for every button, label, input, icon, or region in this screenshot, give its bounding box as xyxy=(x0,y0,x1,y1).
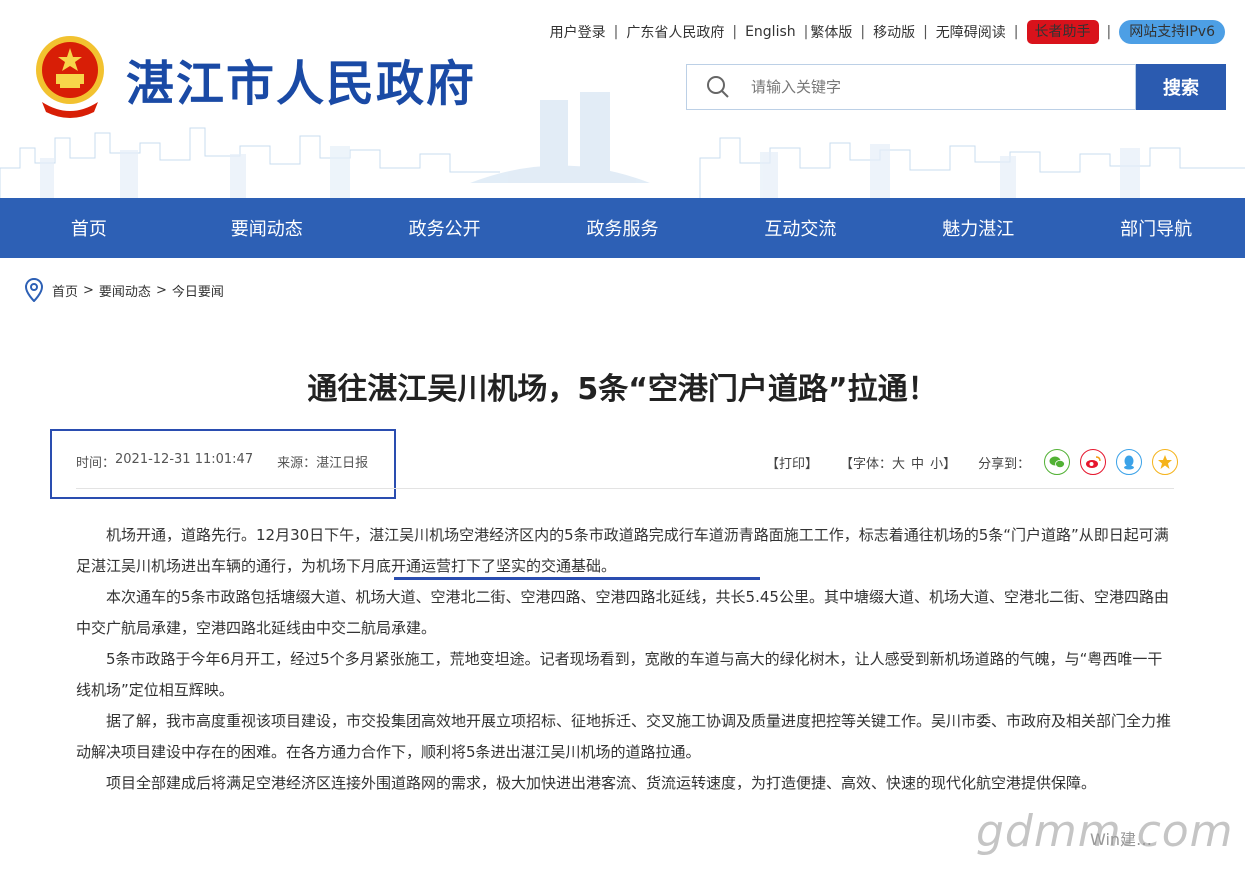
qq-share-icon[interactable] xyxy=(1116,449,1143,475)
article-tools: 【打印】 【字体：大中小】 分享到： xyxy=(766,446,1188,478)
separator: | xyxy=(1106,24,1112,40)
separator: | xyxy=(613,24,619,40)
article-body: 机场开通，道路先行。12月30日下午，湛江吴川机场空港经济区内的5条市政道路完成… xyxy=(76,520,1176,799)
article-meta: 时间： 2021-12-31 11:01:47 来源： 湛江日报 xyxy=(76,452,368,471)
font-large-button[interactable]: 大 xyxy=(892,457,905,472)
top-links: 用户登录 | 广东省人民政府 | English | 繁体版 | 移动版 | 无… xyxy=(550,20,1225,44)
highlight-underline xyxy=(394,577,760,580)
breadcrumb-home[interactable]: 首页 xyxy=(52,281,78,300)
province-gov-link[interactable]: 广东省人民政府 xyxy=(626,22,724,42)
search-input[interactable] xyxy=(749,77,1093,97)
elder-assistant-button[interactable]: 长者助手 xyxy=(1026,20,1099,44)
publish-time: 2021-12-31 11:01:47 xyxy=(115,452,254,467)
nav-item-gov-affairs-open[interactable]: 政务公开 xyxy=(356,198,534,258)
breadcrumb-today-news[interactable]: 今日要闻 xyxy=(172,281,224,300)
article-paragraph: 本次通车的5条市政路包括塘缀大道、机场大道、空港北二街、空港四路、空港四路北延线… xyxy=(76,588,1169,637)
search-box xyxy=(686,64,1136,110)
separator: | xyxy=(860,24,866,40)
wechat-share-icon[interactable] xyxy=(1044,449,1071,475)
nav-item-departments[interactable]: 部门导航 xyxy=(1067,198,1245,258)
breadcrumb: 首页 > 要闻动态 > 今日要闻 xyxy=(24,278,224,302)
breadcrumb-separator: > xyxy=(83,282,94,298)
site-header: 湛江市人民政府 用户登录 | 广东省人民政府 | English | 繁体版 |… xyxy=(0,0,1245,198)
login-link[interactable]: 用户登录 xyxy=(550,22,606,42)
traditional-chinese-link[interactable]: 繁体版 xyxy=(810,22,852,42)
article-paragraph: 机场开通，道路先行。12月30日下午，湛江吴川机场空港经济区内的5条市政道路完成… xyxy=(76,526,1169,575)
font-size-close: 】 xyxy=(943,456,957,472)
article-paragraph: 项目全部建成后将满足空港经济区连接外围道路网的需求，极大加快进出港客流、货流运转… xyxy=(106,774,1097,792)
qzone-share-icon[interactable] xyxy=(1152,449,1179,475)
nav-item-gov-services[interactable]: 政务服务 xyxy=(534,198,712,258)
breadcrumb-news[interactable]: 要闻动态 xyxy=(99,281,151,300)
accessible-reading-link[interactable]: 无障碍阅读 xyxy=(936,22,1006,42)
nav-item-news[interactable]: 要闻动态 xyxy=(178,198,356,258)
separator: | xyxy=(732,24,738,40)
article-paragraph: 5条市政路于今年6月开工，经过5个多月紧张施工，荒地变坦途。记者现场看到，宽敞的… xyxy=(76,650,1163,699)
site-title[interactable]: 湛江市人民政府 xyxy=(126,54,476,114)
article-source: 湛江日报 xyxy=(316,456,369,471)
search-button[interactable]: 搜索 xyxy=(1136,64,1226,110)
national-emblem-icon xyxy=(36,36,104,118)
search-icon xyxy=(707,76,729,98)
separator: | xyxy=(803,24,809,40)
weibo-share-icon[interactable] xyxy=(1080,449,1107,475)
font-size-label: 【字体： xyxy=(840,456,893,472)
source-label: 来源： xyxy=(277,456,317,471)
font-size-control: 【字体：大中小】 xyxy=(840,453,956,472)
share-label: 分享到： xyxy=(978,456,1031,472)
meta-divider xyxy=(76,488,1174,489)
nav-item-interaction[interactable]: 互动交流 xyxy=(711,198,889,258)
font-small-button[interactable]: 小 xyxy=(930,457,943,472)
nav-item-home[interactable]: 首页 xyxy=(0,198,178,258)
article-title: 通往湛江吴川机场，5条“空港门户道路”拉通！ xyxy=(307,372,938,407)
font-medium-button[interactable]: 中 xyxy=(911,457,924,472)
print-button[interactable]: 【打印】 xyxy=(766,453,818,472)
mobile-version-link[interactable]: 移动版 xyxy=(873,22,915,42)
watermark-sub: Win建… xyxy=(1090,830,1153,849)
location-pin-icon xyxy=(24,278,44,302)
article-paragraph: 据了解，我市高度重视该项目建设，市交投集团高效地开展立项招标、征地拆迁、交叉施工… xyxy=(76,712,1172,761)
separator: | xyxy=(923,24,928,40)
main-nav: 首页 要闻动态 政务公开 政务服务 互动交流 魅力湛江 部门导航 xyxy=(0,198,1245,258)
breadcrumb-separator: > xyxy=(155,282,167,298)
ipv6-badge[interactable]: 网站支持IPv6 xyxy=(1119,20,1225,44)
share-bar: 分享到： xyxy=(978,449,1188,475)
english-link[interactable]: English xyxy=(745,24,796,40)
time-label: 时间： xyxy=(76,456,116,471)
nav-item-charm-zhanjiang[interactable]: 魅力湛江 xyxy=(889,198,1067,258)
separator: | xyxy=(1013,24,1019,40)
